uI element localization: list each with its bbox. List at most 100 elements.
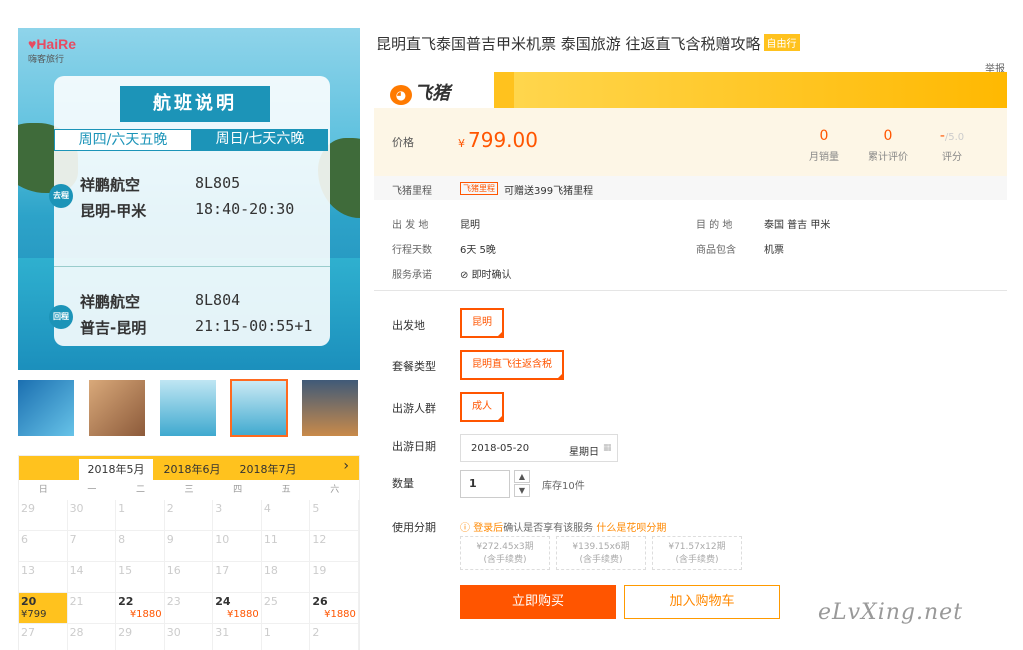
- date-picker[interactable]: 2018-05-20 星期日 ▦: [460, 434, 618, 462]
- installment-3[interactable]: ¥272.45x3期 (含手续费): [460, 536, 550, 570]
- calendar-day-number: 30: [166, 626, 181, 639]
- main-product-image[interactable]: ♥HaiRe 嗨客旅行 航班说明 周四/六天五晚 周日/七天六晚 去程 祥鹏航空 …: [18, 28, 360, 370]
- calendar-day-number: 12: [312, 533, 327, 546]
- calendar-day[interactable]: 24 ¥1880: [213, 593, 262, 624]
- miles-label: 飞猪里程: [392, 186, 432, 197]
- calendar-day-number: 19: [312, 564, 327, 577]
- thumbnail-5[interactable]: [302, 380, 358, 436]
- calendar-day-price: ¥799: [21, 609, 47, 620]
- return-flight: 8L804: [195, 291, 241, 309]
- calendar-day-number: 8: [118, 533, 126, 546]
- calendar-day-number: 23: [166, 595, 181, 608]
- calendar-day: 9: [164, 531, 214, 562]
- departure-label: 出发地: [392, 319, 425, 332]
- card-divider: [54, 266, 330, 267]
- weekday: 四: [233, 485, 243, 495]
- calendar-day-number: 21: [69, 595, 84, 608]
- crowd-option-adult[interactable]: 成人: [460, 392, 504, 422]
- quantity-down-icon[interactable]: ▼: [514, 484, 530, 497]
- calendar-day: 12: [310, 531, 359, 562]
- calendar-day: 28: [68, 624, 117, 650]
- installment-6[interactable]: ¥139.15x6期 (含手续费): [556, 536, 646, 570]
- buy-now-button[interactable]: 立即购买: [460, 585, 616, 619]
- month-tab-june[interactable]: 2018年6月: [155, 459, 229, 480]
- calendar-day: 1: [116, 500, 165, 531]
- calendar-day-number: 2: [166, 502, 174, 515]
- brand-bar-chevron: [474, 72, 494, 108]
- stock-text: 库存10件: [542, 481, 585, 492]
- package-option[interactable]: 昆明直飞往返含税: [460, 350, 564, 380]
- calendar-day: 7: [67, 531, 117, 562]
- return-route: 普吉-昆明: [80, 319, 147, 337]
- calendar-day-number: 3: [215, 502, 223, 515]
- thumbnail-2[interactable]: [89, 380, 145, 436]
- total-reviews[interactable]: 0 累计评价: [858, 128, 918, 163]
- what-is-huabei-link[interactable]: 什么是花呗分期: [596, 523, 666, 534]
- calendar-day: 13: [19, 562, 68, 593]
- calendar-day-price: ¥1880: [226, 609, 259, 620]
- weekday-value: 星期日: [569, 447, 599, 458]
- monthly-sales: 0 月销量: [809, 128, 839, 163]
- calendar-day-number: 6: [21, 533, 28, 546]
- installment-12[interactable]: ¥71.57x12期 (含手续费): [652, 536, 742, 570]
- calendar-day-number: 15: [118, 564, 133, 577]
- thumbnail-4-selected[interactable]: [230, 379, 288, 437]
- calendar-day: 2: [164, 500, 214, 531]
- calendar-day-price: ¥1880: [129, 609, 162, 620]
- info-includes: 商品包含: [696, 245, 736, 256]
- calendar-day[interactable]: 26 ¥1880: [310, 593, 359, 624]
- calendar-day-number: 27: [21, 626, 35, 639]
- departure-option-kunming[interactable]: 昆明: [460, 308, 504, 338]
- calendar-month-bar: 2018年5月 2018年6月 2018年7月 ›: [19, 456, 359, 480]
- check-circle-icon: ⊘: [460, 270, 472, 281]
- weekday: 五: [281, 485, 291, 495]
- flight-info-card: 航班说明 周四/六天五晚 周日/七天六晚 去程 祥鹏航空 8L805 昆明-甲米…: [49, 76, 330, 346]
- month-tab-july[interactable]: 2018年7月: [231, 459, 305, 480]
- schedule-tabs: 周四/六天五晚 周日/七天六晚: [54, 129, 328, 151]
- calendar-day-selected[interactable]: 20 ¥799: [19, 593, 68, 624]
- calendar-icon[interactable]: ▦: [603, 443, 612, 453]
- calendar-day-number: 4: [263, 502, 271, 515]
- fliggy-brand-bar: ◕ 飞猪: [374, 72, 1007, 108]
- pig-icon: ◕: [390, 85, 412, 105]
- info-from-value: 昆明: [460, 220, 480, 231]
- price-calendar: 2018年5月 2018年6月 2018年7月 › 日 一 二 三 四 五 六 …: [18, 455, 360, 650]
- quantity-input[interactable]: 1: [460, 470, 510, 498]
- calendar-day: 16: [164, 562, 214, 593]
- calendar-day: 23: [164, 593, 214, 624]
- calendar-day: 29: [116, 624, 165, 650]
- calendar-day-number: 31: [215, 626, 230, 639]
- calendar-day: 4: [261, 500, 311, 531]
- thumbnail-1[interactable]: [18, 380, 74, 436]
- calendar-day: 21: [67, 593, 117, 624]
- calendar-day-number: 28: [69, 626, 84, 639]
- date-value: 2018-05-20: [471, 443, 530, 454]
- weekday: 二: [135, 485, 145, 495]
- date-label: 出游日期: [392, 440, 436, 453]
- calendar-day-price: ¥1880: [324, 609, 356, 620]
- next-month-icon[interactable]: ›: [343, 458, 349, 474]
- fliggy-logo: ◕ 飞猪: [390, 79, 450, 105]
- miles-text: 可赠送399飞猪里程: [504, 186, 594, 197]
- calendar-day: 14: [67, 562, 117, 593]
- quantity-up-icon[interactable]: ▲: [514, 470, 530, 483]
- calendar-day-number: 7: [69, 533, 77, 546]
- month-tab-may[interactable]: 2018年5月: [79, 459, 153, 480]
- thumbnail-3[interactable]: [160, 380, 216, 436]
- return-badge: 回程: [49, 305, 73, 329]
- calendar-day-number: 13: [21, 564, 35, 577]
- price-label: 价格: [392, 136, 414, 149]
- info-days-value: 6天 5晚: [460, 245, 496, 256]
- calendar-day-number: 11: [263, 533, 278, 546]
- calendar-day: 5: [310, 500, 359, 531]
- package-label: 套餐类型: [392, 360, 436, 373]
- add-to-cart-button[interactable]: 加入购物车: [624, 585, 780, 619]
- login-link[interactable]: 登录后: [473, 523, 503, 534]
- calendar-day: 3: [213, 500, 262, 531]
- weekday: 三: [184, 485, 194, 495]
- miles-pill: 飞猪里程: [460, 182, 498, 195]
- calendar-day: 19: [310, 562, 359, 593]
- calendar-day[interactable]: 22 ¥1880: [116, 593, 165, 624]
- calendar-day-number: 29: [21, 502, 35, 515]
- info-to-value: 泰国 普吉 甲米: [764, 220, 831, 231]
